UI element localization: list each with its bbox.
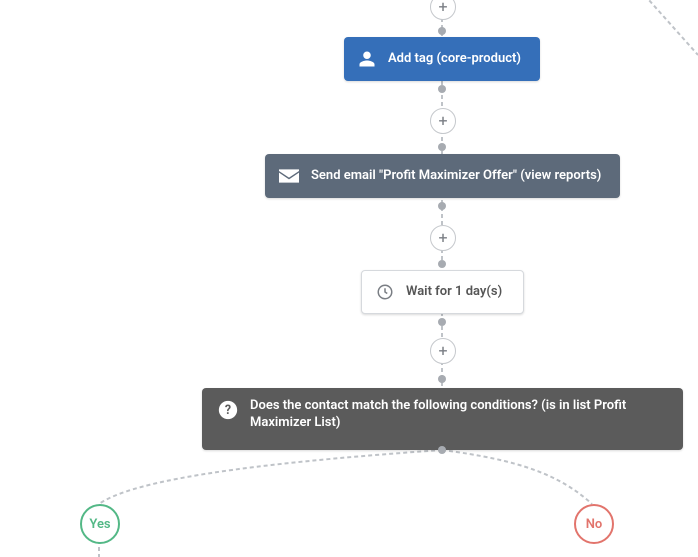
add-tag-node[interactable]: Add tag (core-product) bbox=[344, 37, 540, 81]
envelope-icon bbox=[279, 169, 299, 183]
question-icon: ? bbox=[218, 400, 238, 420]
add-step-button-1[interactable]: + bbox=[430, 108, 456, 134]
branch-yes-label: Yes bbox=[89, 517, 110, 532]
add-step-button-0[interactable]: + bbox=[430, 0, 456, 20]
clock-icon bbox=[376, 283, 394, 301]
wait-node[interactable]: Wait for 1 day(s) bbox=[361, 270, 524, 314]
plus-icon: + bbox=[438, 343, 447, 359]
add-tag-label: Add tag (core-product) bbox=[388, 51, 526, 68]
wait-label: Wait for 1 day(s) bbox=[406, 284, 509, 301]
connector-dot bbox=[438, 260, 446, 268]
connector-dot bbox=[438, 27, 446, 35]
condition-label: Does the contact match the following con… bbox=[250, 398, 667, 432]
connector-dot bbox=[438, 143, 446, 151]
branch-no-label: No bbox=[586, 517, 603, 532]
connectors bbox=[0, 0, 698, 557]
connector-dot bbox=[438, 202, 446, 210]
connector-dot bbox=[438, 85, 446, 93]
connector-dot bbox=[438, 375, 446, 383]
svg-text:?: ? bbox=[225, 403, 231, 418]
condition-node[interactable]: ? Does the contact match the following c… bbox=[202, 388, 683, 450]
send-email-node[interactable]: Send email "Profit Maximizer Offer" (vie… bbox=[265, 154, 620, 198]
add-step-button-3[interactable]: + bbox=[430, 338, 456, 364]
connector-dot bbox=[438, 318, 446, 326]
send-email-label: Send email "Profit Maximizer Offer" (vie… bbox=[311, 168, 606, 185]
person-icon bbox=[358, 50, 376, 68]
add-step-button-2[interactable]: + bbox=[430, 225, 456, 251]
plus-icon: + bbox=[438, 0, 447, 15]
plus-icon: + bbox=[438, 230, 447, 246]
connector-dot bbox=[438, 446, 446, 454]
branch-yes[interactable]: Yes bbox=[80, 504, 120, 544]
branch-no[interactable]: No bbox=[574, 504, 614, 544]
plus-icon: + bbox=[438, 113, 447, 129]
